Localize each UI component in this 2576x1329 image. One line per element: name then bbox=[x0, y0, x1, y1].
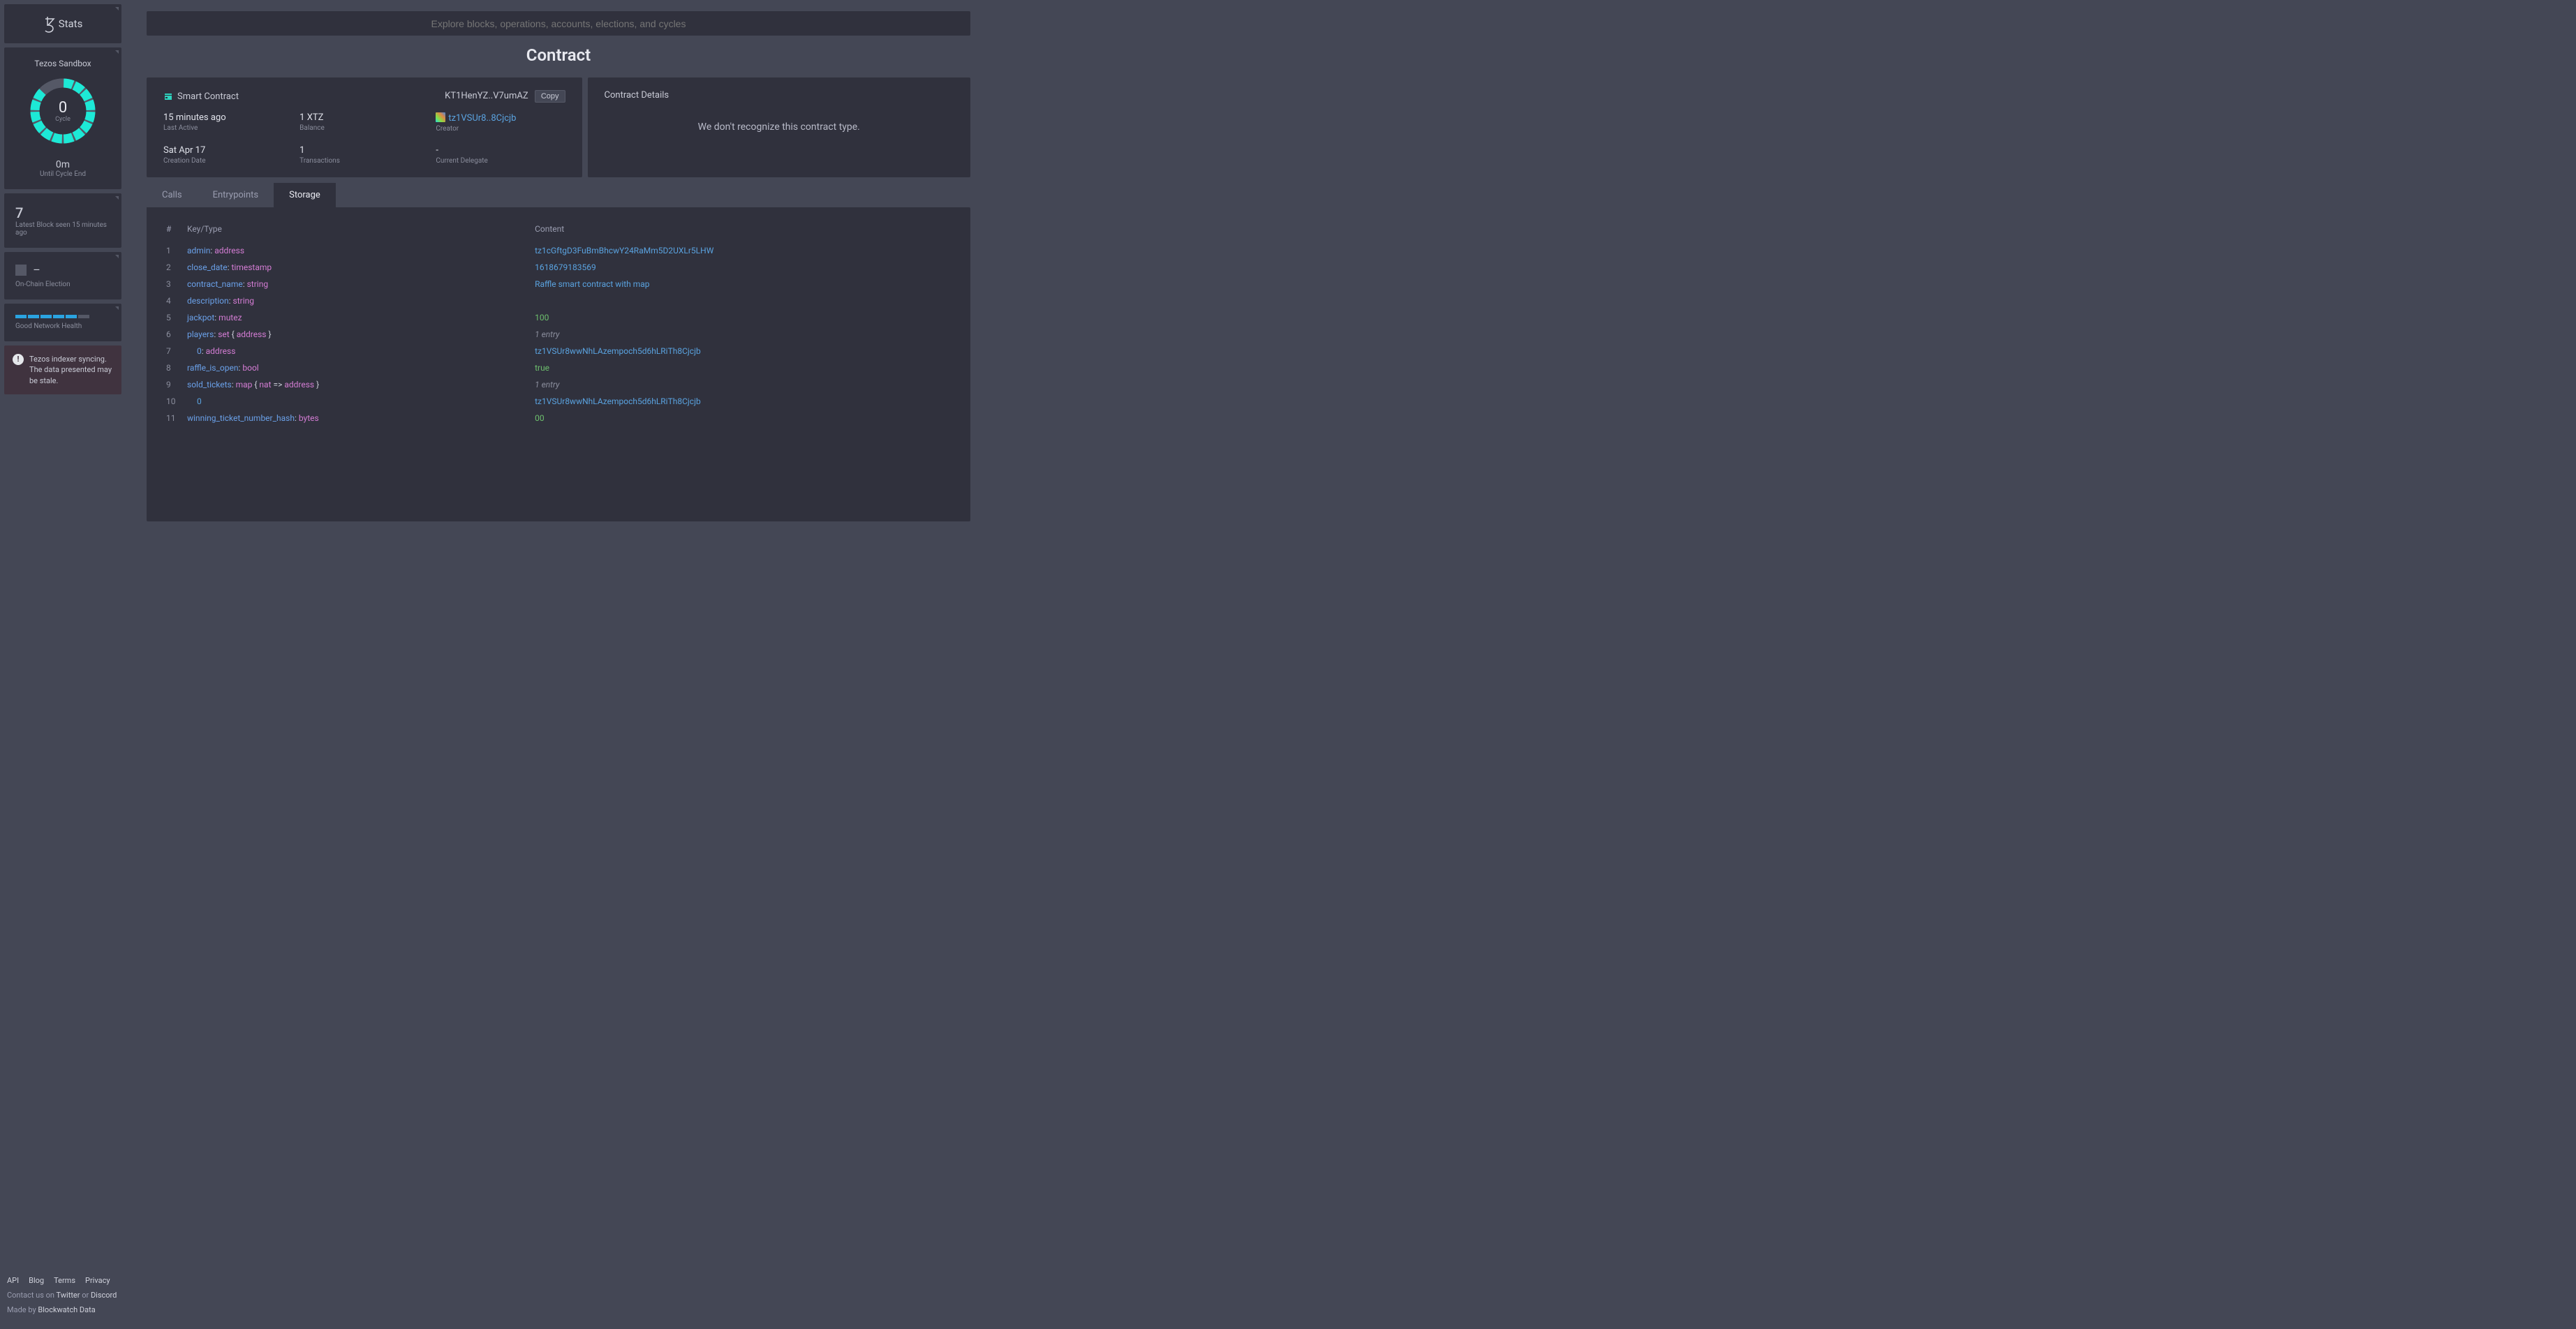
alert-text: Tezos indexer syncing. The data presente… bbox=[29, 354, 113, 386]
created-value: Sat Apr 17 bbox=[163, 145, 293, 156]
tezos-logo-icon bbox=[43, 15, 57, 33]
storage-value: true bbox=[535, 363, 549, 373]
created-label: Creation Date bbox=[163, 157, 293, 165]
discord-link[interactable]: Discord bbox=[91, 1291, 117, 1300]
election-card[interactable]: – On-Chain Election bbox=[4, 252, 121, 299]
storage-row: 5jackpot: mutez100 bbox=[163, 309, 954, 326]
time-left-value: 0m bbox=[15, 159, 110, 170]
storage-panel: # Key/Type Content 1admin: addresstz1cGf… bbox=[147, 207, 970, 521]
delegate-label: Current Delegate bbox=[436, 157, 565, 165]
balance-label: Balance bbox=[299, 124, 429, 132]
resize-icon bbox=[115, 306, 119, 310]
election-square-icon bbox=[15, 265, 27, 276]
block-card[interactable]: 7 Latest Block seen 15 minutes ago bbox=[4, 193, 121, 248]
tab-calls[interactable]: Calls bbox=[147, 183, 198, 207]
creator-label: Creator bbox=[436, 125, 565, 133]
election-label: On-Chain Election bbox=[15, 281, 110, 288]
contact-or: or bbox=[82, 1291, 91, 1300]
footer-link-blog[interactable]: Blog bbox=[29, 1276, 44, 1285]
search-bar[interactable] bbox=[147, 11, 970, 36]
search-input[interactable] bbox=[147, 18, 970, 29]
footer-link-terms[interactable]: Terms bbox=[54, 1276, 75, 1285]
storage-value: 1 entry bbox=[535, 380, 559, 389]
header-content: Content bbox=[532, 220, 954, 242]
election-value: – bbox=[33, 263, 40, 276]
made-by-link[interactable]: Blockwatch Data bbox=[38, 1305, 95, 1314]
identicon bbox=[436, 112, 445, 122]
storage-row: 70: addresstz1VSUr8wwNhLAzempoch5d6hLRiT… bbox=[163, 343, 954, 359]
details-title: Contract Details bbox=[605, 90, 954, 101]
storage-row: 9sold_tickets: map { nat => address }1 e… bbox=[163, 376, 954, 393]
footer-link-privacy[interactable]: Privacy bbox=[85, 1276, 110, 1285]
footer-links: API Blog Terms Privacy bbox=[7, 1274, 119, 1289]
header-index: # bbox=[163, 220, 184, 242]
footer: API Blog Terms Privacy Contact us on Twitte… bbox=[4, 1267, 121, 1325]
delegate-value: - bbox=[436, 145, 565, 156]
storage-value[interactable]: 1618679183569 bbox=[535, 262, 596, 272]
cycle-label: Cycle bbox=[55, 116, 71, 123]
storage-row: 8raffle_is_open: booltrue bbox=[163, 359, 954, 376]
cycle-donut: 0 Cycle bbox=[15, 75, 110, 147]
storage-value[interactable]: tz1VSUr8wwNhLAzempoch5d6hLRiTh8Cjcjb bbox=[535, 346, 701, 356]
creator-link[interactable]: tz1VSUr8..8Cjcjb bbox=[448, 113, 516, 124]
sync-alert: ! Tezos indexer syncing. The data presen… bbox=[4, 346, 121, 394]
tabs: CallsEntrypointsStorage bbox=[147, 183, 970, 207]
storage-value[interactable]: tz1cGftgD3FuBmBhcwY24RaMm5D2UXLr5LHW bbox=[535, 246, 713, 255]
storage-value[interactable]: Raffle smart contract with map bbox=[535, 279, 649, 289]
storage-row: 4description: string bbox=[163, 292, 954, 309]
resize-icon bbox=[115, 255, 119, 258]
storage-value: 100 bbox=[535, 313, 549, 322]
health-label: Good Network Health bbox=[15, 322, 110, 330]
block-number: 7 bbox=[15, 205, 110, 221]
last-active-value: 15 minutes ago bbox=[163, 112, 293, 123]
health-card[interactable]: Good Network Health bbox=[4, 304, 121, 341]
contract-address[interactable]: KT1HenYZ..V7umAZ bbox=[445, 91, 528, 101]
tab-storage[interactable]: Storage bbox=[274, 183, 336, 207]
storage-row: 11winning_ticket_number_hash: bytes00 bbox=[163, 410, 954, 426]
balance-value: 1 XTZ bbox=[299, 112, 429, 123]
health-bar bbox=[15, 315, 110, 318]
alert-icon: ! bbox=[13, 354, 24, 365]
storage-row: 100tz1VSUr8wwNhLAzempoch5d6hLRiTh8Cjcjb bbox=[163, 393, 954, 410]
storage-value: 1 entry bbox=[535, 329, 559, 339]
txs-label: Transactions bbox=[299, 157, 429, 165]
storage-row: 3contract_name: stringRaffle smart contr… bbox=[163, 276, 954, 292]
copy-button[interactable]: Copy bbox=[535, 90, 565, 103]
block-label: Latest Block seen 15 minutes ago bbox=[15, 221, 110, 237]
resize-icon bbox=[115, 196, 119, 200]
storage-value: 00 bbox=[535, 413, 545, 423]
contract-details-panel: Contract Details We don't recognize this… bbox=[588, 77, 970, 177]
sidebar: Stats Tezos Sandbox 0 Cycle 0m Until Cyc… bbox=[0, 0, 126, 1329]
network-name: Tezos Sandbox bbox=[15, 59, 110, 68]
cycle-card: Tezos Sandbox 0 Cycle 0m Until Cycle End bbox=[4, 47, 121, 189]
details-message: We don't recognize this contract type. bbox=[605, 121, 954, 133]
time-left-label: Until Cycle End bbox=[15, 170, 110, 178]
last-active-label: Last Active bbox=[163, 124, 293, 132]
twitter-link[interactable]: Twitter bbox=[57, 1291, 80, 1300]
storage-value[interactable]: tz1VSUr8wwNhLAzempoch5d6hLRiTh8Cjcjb bbox=[535, 396, 701, 406]
storage-table: # Key/Type Content 1admin: addresstz1cGf… bbox=[163, 220, 954, 426]
txs-value: 1 bbox=[299, 145, 429, 156]
contract-icon bbox=[163, 91, 173, 101]
brand-text: Stats bbox=[59, 17, 83, 30]
cycle-number: 0 bbox=[59, 99, 67, 117]
made-pre: Made by bbox=[7, 1305, 38, 1314]
tab-entrypoints[interactable]: Entrypoints bbox=[198, 183, 274, 207]
resize-icon bbox=[115, 7, 119, 10]
contract-summary-panel: Smart Contract KT1HenYZ..V7umAZ Copy 15 … bbox=[147, 77, 582, 177]
footer-link-api[interactable]: API bbox=[7, 1276, 19, 1285]
logo-card[interactable]: Stats bbox=[4, 4, 121, 43]
storage-row: 2close_date: timestamp1618679183569 bbox=[163, 259, 954, 276]
main: Contract Smart Contract KT1HenYZ..V7umAZ… bbox=[126, 0, 991, 1329]
contract-type: Smart Contract bbox=[177, 91, 239, 102]
contact-pre: Contact us on bbox=[7, 1291, 57, 1300]
storage-row: 6players: set { address }1 entry bbox=[163, 326, 954, 343]
header-key: Key/Type bbox=[184, 220, 532, 242]
resize-icon bbox=[115, 50, 119, 54]
page-title: Contract bbox=[147, 45, 970, 65]
storage-row: 1admin: addresstz1cGftgD3FuBmBhcwY24RaMm… bbox=[163, 242, 954, 259]
